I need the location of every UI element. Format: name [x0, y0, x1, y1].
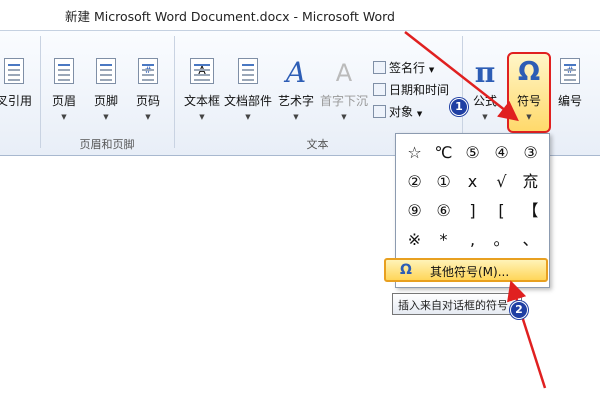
- step-badge-2: 2: [510, 301, 528, 319]
- annotation-arrows: [404, 31, 547, 389]
- step-badge-1: 1: [450, 98, 468, 116]
